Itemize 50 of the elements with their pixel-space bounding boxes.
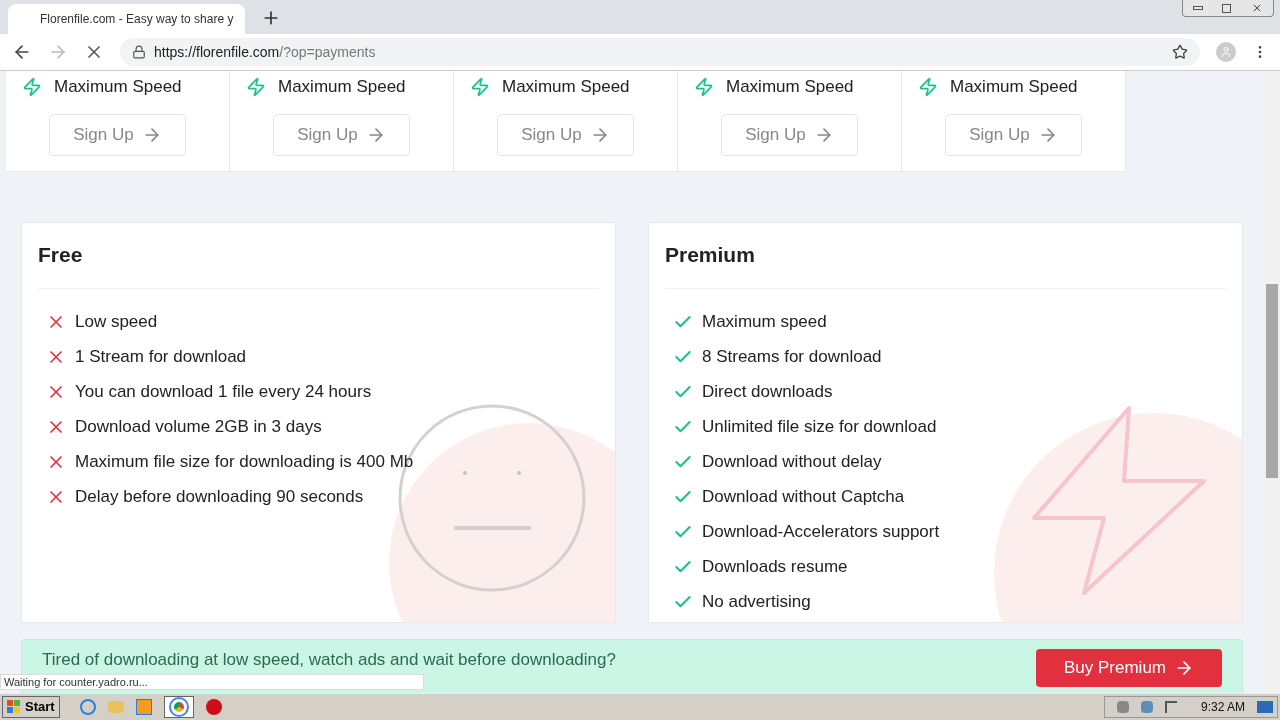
lightning-icon bbox=[918, 76, 938, 97]
feature-text: 1 Stream for download bbox=[75, 345, 247, 368]
address-bar[interactable]: https://florenfile.com/?op=payments bbox=[120, 38, 1200, 66]
scrollbar-thumb[interactable] bbox=[1266, 284, 1278, 478]
lightning-icon bbox=[470, 76, 490, 97]
feature-label: Maximum Speed bbox=[54, 76, 182, 98]
feature-text: Low speed bbox=[75, 310, 158, 333]
lightning-icon bbox=[22, 76, 42, 97]
clock: 9:32 AM bbox=[1200, 699, 1245, 716]
sign-up-button[interactable]: Sign Up bbox=[721, 113, 858, 156]
feature-text: Download volume 2GB in 3 days bbox=[75, 415, 322, 438]
lock-icon bbox=[132, 45, 146, 59]
opera-icon[interactable] bbox=[205, 699, 222, 715]
sign-up-button[interactable]: Sign Up bbox=[49, 113, 186, 156]
plan-title: Premium bbox=[665, 223, 1226, 289]
feature-text: No advertising bbox=[702, 590, 811, 613]
restore-icon[interactable] bbox=[1222, 3, 1232, 13]
buy-premium-button[interactable]: Buy Premium bbox=[1036, 649, 1222, 687]
lightning-icon bbox=[246, 76, 266, 97]
feature-text: You can download 1 file every 24 hours bbox=[75, 380, 372, 403]
start-button[interactable]: Start bbox=[2, 696, 60, 718]
feature-text: 8 Streams for download bbox=[702, 345, 882, 368]
feature-label: Maximum Speed bbox=[950, 76, 1078, 98]
feature-text: Direct downloads bbox=[702, 380, 833, 403]
feature-text: Delay before downloading 90 seconds bbox=[75, 485, 364, 508]
sign-up-button[interactable]: Sign Up bbox=[273, 113, 410, 156]
windows-logo-icon bbox=[7, 700, 21, 714]
feature-text: Downloads resume bbox=[702, 555, 848, 578]
chrome-icon[interactable] bbox=[163, 696, 194, 718]
feature-text: Download-Accelerators support bbox=[702, 520, 940, 543]
minimize-icon[interactable] bbox=[1192, 6, 1203, 10]
tab-title: Florenfile.com - Easy way to share y bbox=[40, 11, 234, 28]
feature-text: Download without delay bbox=[702, 450, 882, 473]
lightning-icon bbox=[694, 76, 714, 97]
feature-label: Maximum Speed bbox=[726, 76, 854, 98]
bookmark-star-icon[interactable] bbox=[1172, 44, 1188, 60]
status-bubble: Waiting for counter.yadro.ru... bbox=[0, 674, 424, 690]
feature-text: Maximum file size for downloading is 400 Mb bbox=[75, 450, 414, 473]
sign-up-button[interactable]: Sign Up bbox=[497, 113, 634, 156]
feature-text: Download without Captcha bbox=[702, 485, 905, 508]
feature-label: Maximum Speed bbox=[502, 76, 630, 98]
sign-up-button[interactable]: Sign Up bbox=[945, 113, 1082, 156]
feature-label: Maximum Speed bbox=[278, 76, 406, 98]
plan-title: Free bbox=[38, 223, 599, 289]
banner-text: Tired of downloading at low speed, watch ads and wait before downloading? bbox=[42, 649, 616, 671]
feature-text: Maximum speed bbox=[702, 310, 827, 333]
scrollbar[interactable] bbox=[1264, 71, 1280, 693]
feature-text: Unlimited file size for download bbox=[702, 415, 937, 438]
browser-tab[interactable]: Florenfile.com - Easy way to share y bbox=[8, 4, 245, 34]
url-text: https://florenfile.com/?op=payments bbox=[154, 42, 376, 62]
